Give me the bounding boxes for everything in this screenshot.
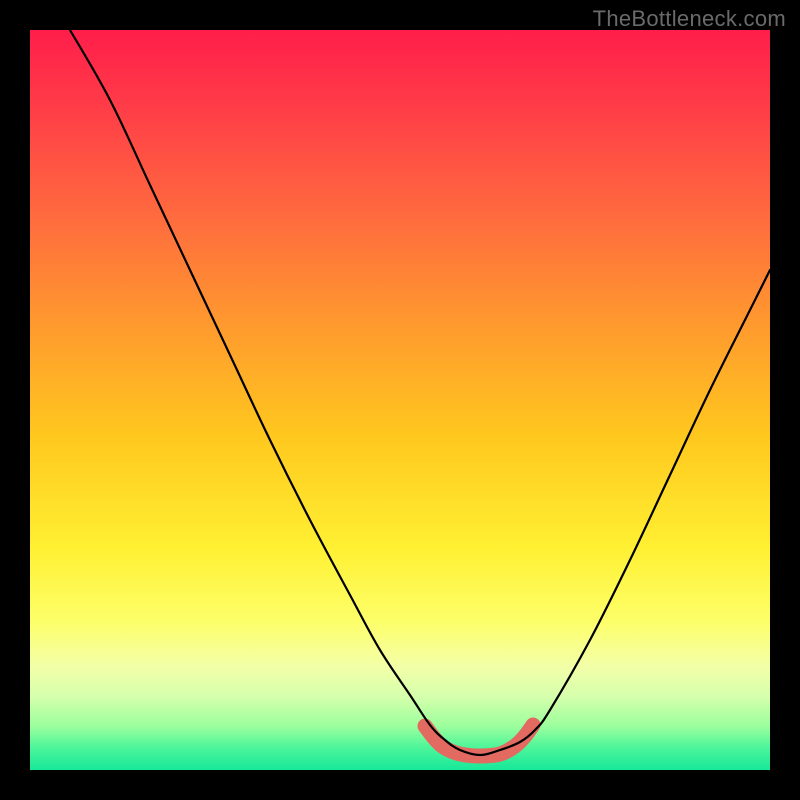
chart-svg — [30, 30, 770, 770]
v-curve — [70, 30, 770, 755]
bottom-band — [425, 725, 533, 756]
watermark-text: TheBottleneck.com — [593, 6, 786, 32]
plot-area — [30, 30, 770, 770]
chart-frame: TheBottleneck.com — [0, 0, 800, 800]
